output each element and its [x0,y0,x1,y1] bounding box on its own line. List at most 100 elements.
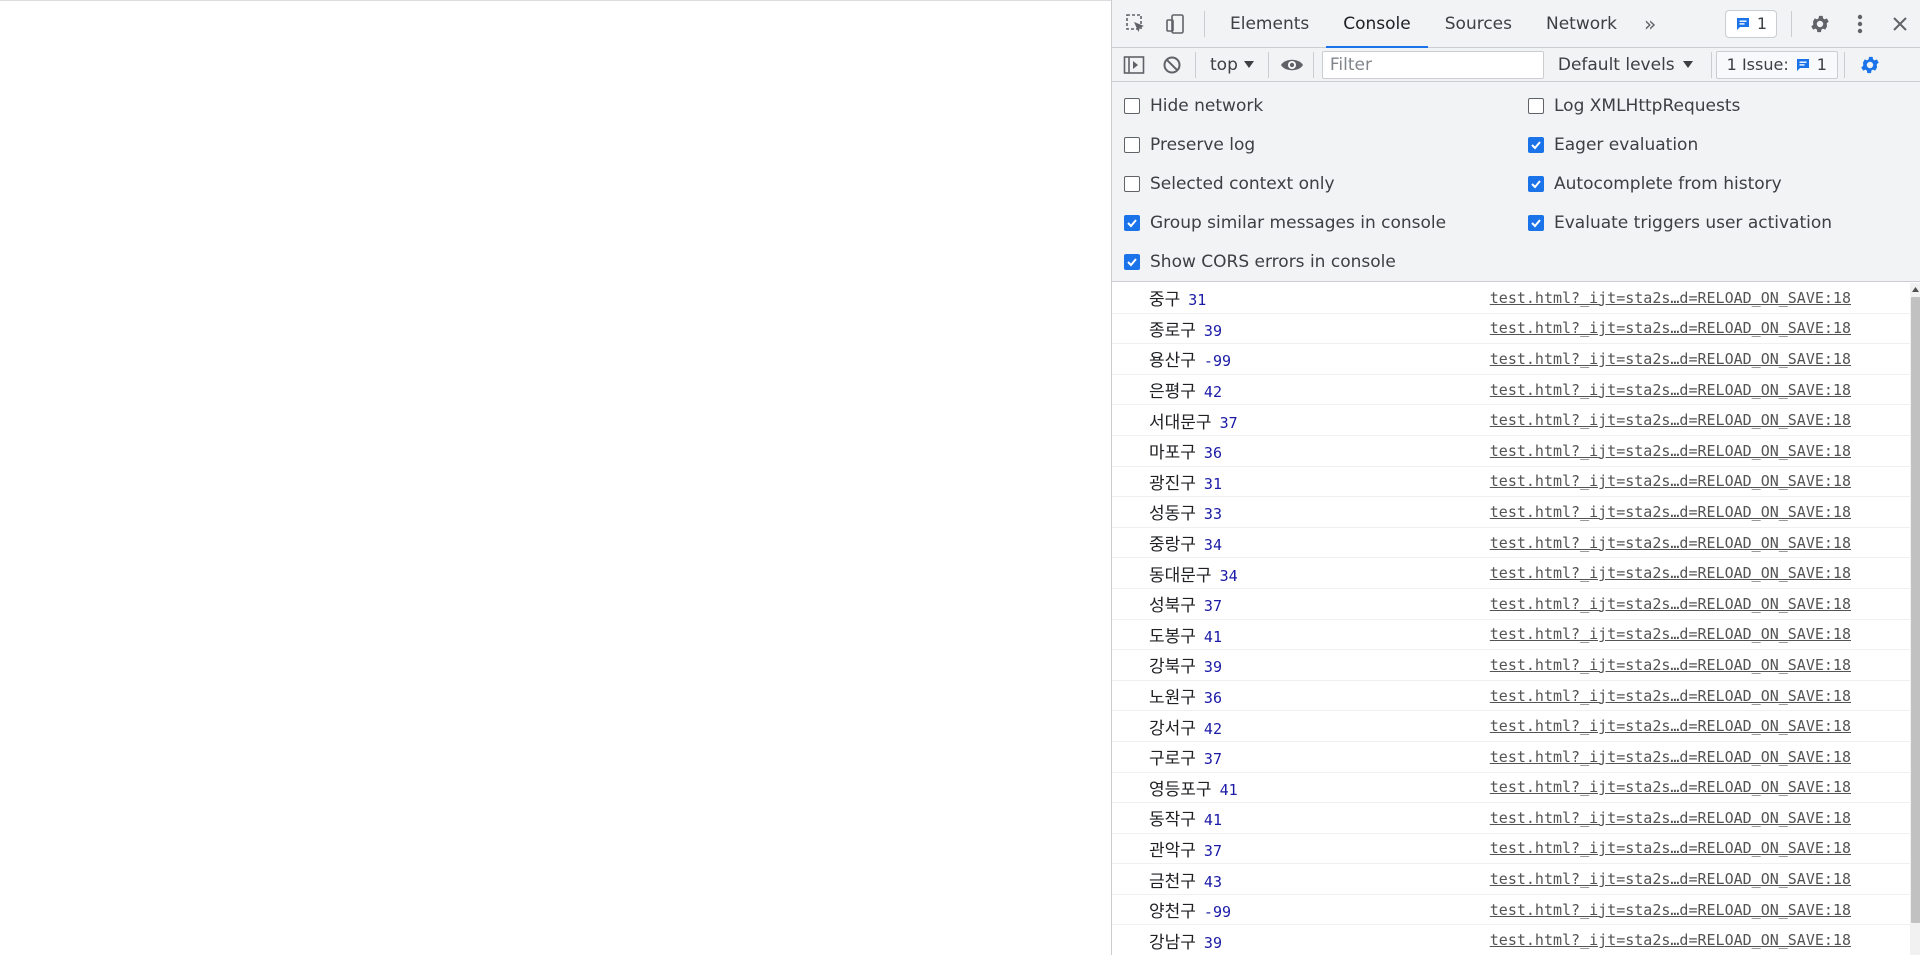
setting-log-xmlhttprequests[interactable]: Log XMLHttpRequests [1528,94,1740,118]
source-link[interactable]: test.html?_ijt=sta2s…d=RELOAD_ON_SAVE:18 [1490,778,1851,796]
message-value: 37 [1203,841,1222,860]
message-label: 노원구 [1149,688,1196,709]
tab-network[interactable]: Network [1529,0,1634,48]
console-message: 강북구 39 test.html?_ijt=sta2s…d=RELOAD_ON_SA… [1112,650,1910,681]
setting-selected-context-only[interactable]: Selected context only [1124,172,1335,196]
source-link[interactable]: test.html?_ijt=sta2s…d=RELOAD_ON_SAVE:18 [1490,931,1851,949]
source-link[interactable]: test.html?_ijt=sta2s…d=RELOAD_ON_SAVE:18 [1490,870,1851,888]
gear-icon[interactable] [1800,4,1840,44]
issues-badge-button[interactable]: 1 [1724,9,1777,38]
levels-label: Default levels [1557,54,1675,75]
more-tabs-button[interactable]: » [1634,0,1666,48]
source-link[interactable]: test.html?_ijt=sta2s…d=RELOAD_ON_SAVE:18 [1490,656,1851,674]
scrollbar-thumb[interactable] [1911,297,1920,923]
message-label: 영등포구 [1149,779,1212,800]
tab-elements[interactable]: Elements [1213,0,1326,48]
source-link[interactable]: test.html?_ijt=sta2s…d=RELOAD_ON_SAVE:18 [1490,289,1851,307]
console-scrollbar[interactable] [1910,283,1920,955]
checkbox[interactable] [1528,215,1544,231]
message-value: 37 [1203,597,1222,616]
source-link[interactable]: test.html?_ijt=sta2s…d=RELOAD_ON_SAVE:18 [1490,717,1851,735]
setting-preserve-log[interactable]: Preserve log [1124,133,1255,157]
message-label: 중구 [1149,290,1181,311]
source-link[interactable]: test.html?_ijt=sta2s…d=RELOAD_ON_SAVE:18 [1490,319,1851,337]
source-link[interactable]: test.html?_ijt=sta2s…d=RELOAD_ON_SAVE:18 [1490,564,1851,582]
message-label: 은평구 [1149,382,1196,403]
toolbar-divider [1843,51,1845,78]
message-text: 금천구 43 [1149,867,1222,892]
message-label: 성북구 [1149,596,1196,617]
source-link[interactable]: test.html?_ijt=sta2s…d=RELOAD_ON_SAVE:18 [1490,687,1851,705]
message-value: 34 [1219,566,1238,585]
message-value: 36 [1203,689,1222,708]
setting-group-similar[interactable]: Group similar messages in console [1124,211,1446,235]
scroll-up-arrow-icon[interactable] [1910,283,1920,295]
message-value: 43 [1203,872,1222,891]
source-link[interactable]: test.html?_ijt=sta2s…d=RELOAD_ON_SAVE:18 [1490,809,1851,827]
message-value: 41 [1203,811,1222,830]
checkbox[interactable] [1528,98,1544,114]
issues-button[interactable]: 1 Issue: 1 [1715,50,1838,79]
message-value: 41 [1203,627,1222,646]
message-label: 성동구 [1149,504,1196,525]
toolbar-divider [1195,51,1196,78]
checkbox[interactable] [1528,137,1544,153]
close-icon[interactable] [1880,4,1920,44]
tab-sources[interactable]: Sources [1428,0,1529,48]
console-settings-gear-icon[interactable] [1851,48,1889,82]
eye-icon[interactable] [1273,48,1311,82]
message-value: 34 [1203,536,1222,555]
message-value: 31 [1203,474,1222,493]
source-link[interactable]: test.html?_ijt=sta2s…d=RELOAD_ON_SAVE:18 [1490,748,1851,766]
setting-evaluate-triggers-activation[interactable]: Evaluate triggers user activation [1528,211,1832,235]
console-message: 용산구 -99 test.html?_ijt=sta2s…d=RELOAD_ON_S… [1112,344,1910,375]
clear-console-icon[interactable] [1153,48,1191,82]
message-value: 39 [1203,321,1222,340]
context-selector[interactable]: top [1200,55,1264,75]
device-toolbar-icon[interactable] [1156,4,1196,44]
source-link[interactable]: test.html?_ijt=sta2s…d=RELOAD_ON_SAVE:18 [1490,442,1851,460]
message-text: 동대문구 34 [1149,561,1238,586]
message-text: 중랑구 34 [1149,530,1222,555]
log-levels-dropdown[interactable]: Default levels [1544,55,1707,75]
setting-hide-network[interactable]: Hide network [1124,94,1263,118]
source-link[interactable]: test.html?_ijt=sta2s…d=RELOAD_ON_SAVE:18 [1490,595,1851,613]
source-link[interactable]: test.html?_ijt=sta2s…d=RELOAD_ON_SAVE:18 [1490,625,1851,643]
checkbox[interactable] [1528,176,1544,192]
message-value: 39 [1203,933,1222,952]
source-link[interactable]: test.html?_ijt=sta2s…d=RELOAD_ON_SAVE:18 [1490,839,1851,857]
source-link[interactable]: test.html?_ijt=sta2s…d=RELOAD_ON_SAVE:18 [1490,901,1851,919]
console-message: 종로구 39 test.html?_ijt=sta2s…d=RELOAD_ON_SA… [1112,314,1910,345]
inspect-element-icon[interactable] [1116,4,1156,44]
message-value: 37 [1203,750,1222,769]
message-text: 서대문구 37 [1149,408,1238,433]
source-link[interactable]: test.html?_ijt=sta2s…d=RELOAD_ON_SAVE:18 [1490,534,1851,552]
setting-autocomplete-history[interactable]: Autocomplete from history [1528,172,1782,196]
message-text: 도봉구 41 [1149,622,1222,647]
source-link[interactable]: test.html?_ijt=sta2s…d=RELOAD_ON_SAVE:18 [1490,503,1851,521]
checkbox[interactable] [1124,215,1140,231]
console-message: 성동구 33 test.html?_ijt=sta2s…d=RELOAD_ON_SA… [1112,497,1910,528]
checkbox[interactable] [1124,176,1140,192]
chevron-double-right-icon: » [1643,11,1657,36]
filter-input[interactable] [1321,50,1544,79]
kebab-menu-icon[interactable] [1840,4,1880,44]
sidebar-toggle-icon[interactable] [1115,48,1153,82]
source-link[interactable]: test.html?_ijt=sta2s…d=RELOAD_ON_SAVE:18 [1490,350,1851,368]
setting-eager-evaluation[interactable]: Eager evaluation [1528,133,1698,157]
checkbox[interactable] [1124,137,1140,153]
console-message: 영등포구 41 test.html?_ijt=sta2s…d=RELOAD_ON_S… [1112,773,1910,804]
setting-label: Group similar messages in console [1150,213,1447,233]
setting-show-cors-errors[interactable]: Show CORS errors in console [1124,250,1396,274]
checkbox[interactable] [1124,98,1140,114]
message-text: 강북구 39 [1149,652,1222,677]
console-message: 양천구 -99 test.html?_ijt=sta2s…d=RELOAD_ON_S… [1112,895,1910,926]
source-link[interactable]: test.html?_ijt=sta2s…d=RELOAD_ON_SAVE:18 [1490,381,1851,399]
message-label: 마포구 [1149,443,1196,464]
message-label: 종로구 [1149,320,1196,341]
source-link[interactable]: test.html?_ijt=sta2s…d=RELOAD_ON_SAVE:18 [1490,411,1851,429]
message-label: 용산구 [1149,351,1196,372]
tab-console[interactable]: Console [1326,0,1428,49]
checkbox[interactable] [1124,254,1140,270]
source-link[interactable]: test.html?_ijt=sta2s…d=RELOAD_ON_SAVE:18 [1490,472,1851,490]
